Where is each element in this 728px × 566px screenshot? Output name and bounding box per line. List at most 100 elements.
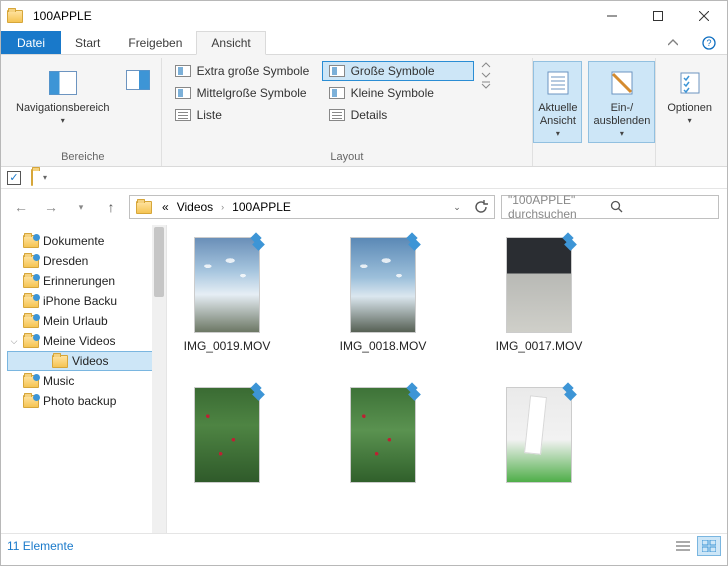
tree-item[interactable]: Dresden [7, 251, 166, 271]
minimize-button[interactable] [589, 1, 635, 31]
tab-file[interactable]: Datei [1, 31, 61, 54]
scroll-down-icon[interactable] [480, 71, 492, 79]
navigation-pane-button[interactable]: Navigationsbereich ▾ [11, 61, 115, 130]
layout-option-list[interactable]: Liste [168, 105, 320, 125]
checklist-icon [677, 70, 703, 96]
show-hide-label: Ein-/ ausblenden [593, 102, 650, 128]
tab-view[interactable]: Ansicht [196, 31, 265, 55]
show-hide-button[interactable]: Ein-/ ausblenden ▾ [588, 61, 655, 143]
search-icon [610, 200, 712, 214]
layout-option-small[interactable]: Kleine Symbole [322, 83, 474, 103]
refresh-button[interactable] [470, 196, 492, 218]
file-item[interactable] [179, 387, 275, 483]
up-button[interactable]: ↑ [99, 195, 123, 219]
file-item[interactable]: IMG_0019.MOV [179, 237, 275, 353]
tree-item[interactable]: Photo backup [7, 391, 166, 411]
layout-option-extra-large[interactable]: Extra große Symbole [168, 61, 320, 81]
chevron-down-icon[interactable]: ▾ [43, 173, 47, 182]
folder-icon [23, 315, 39, 328]
file-thumbnail [194, 237, 260, 333]
chevron-down-icon: ▾ [556, 129, 560, 138]
file-item[interactable] [491, 387, 587, 483]
thumbnails-view-button[interactable] [697, 536, 721, 556]
tree-item[interactable]: Mein Urlaub [7, 311, 166, 331]
item-count: 11 Elemente [7, 539, 74, 553]
layout-option-medium[interactable]: Mittelgroße Symbole [168, 83, 320, 103]
select-all-checkbox[interactable]: ✓ [7, 171, 21, 185]
tree-item-label: Mein Urlaub [43, 314, 108, 328]
file-view[interactable]: IMG_0019.MOV IMG_0018.MOV IMG_0017.MOV [167, 225, 727, 533]
help-button[interactable]: ? [691, 31, 727, 54]
preview-pane-button[interactable] [121, 61, 155, 95]
expand-gallery-icon[interactable] [480, 81, 492, 89]
maximize-button[interactable] [635, 1, 681, 31]
tree-item[interactable]: Videos [7, 351, 166, 371]
search-input[interactable]: "100APPLE" durchsuchen [501, 195, 719, 219]
address-dropdown-button[interactable]: ⌄ [446, 196, 468, 218]
ribbon-collapse-button[interactable] [655, 31, 691, 54]
tree-item-label: Erinnerungen [43, 274, 115, 288]
folder-icon [31, 170, 33, 185]
details-view-button[interactable] [671, 536, 695, 556]
tab-start[interactable]: Start [61, 31, 114, 54]
compressed-badge-icon [403, 234, 419, 250]
file-name: IMG_0018.MOV [340, 339, 427, 353]
tree-item[interactable]: ⌵Meine Videos [7, 331, 166, 351]
window-title: 100APPLE [29, 9, 92, 23]
close-button[interactable] [681, 1, 727, 31]
forward-button[interactable]: → [39, 195, 63, 219]
svg-text:?: ? [706, 38, 711, 48]
chevron-down-icon: ▾ [688, 116, 692, 125]
compressed-badge-icon [559, 234, 575, 250]
back-button[interactable]: ← [9, 195, 33, 219]
file-thumbnail [194, 387, 260, 483]
compressed-badge-icon [247, 234, 263, 250]
options-button[interactable]: Optionen ▾ [662, 61, 717, 130]
tree-item[interactable]: Dokumente [7, 231, 166, 251]
tree-item[interactable]: Erinnerungen [7, 271, 166, 291]
scroll-up-icon[interactable] [480, 61, 492, 69]
tree-item[interactable]: iPhone Backu [7, 291, 166, 311]
folder-icon [52, 355, 68, 368]
ribbon-group-panes: Navigationsbereich ▾ Bereiche [5, 58, 162, 166]
file-item[interactable]: IMG_0017.MOV [491, 237, 587, 353]
expand-toggle-icon[interactable]: ⌵ [9, 336, 19, 347]
tree-item-label: Videos [72, 354, 108, 368]
thumbnails-view-icon [702, 540, 716, 552]
current-view-button[interactable]: Aktuelle Ansicht ▾ [533, 61, 582, 143]
ribbon: Navigationsbereich ▾ Bereiche Extra groß… [1, 55, 727, 167]
tree-scrollbar[interactable] [152, 225, 166, 533]
navigation-tree[interactable]: Dokumente Dresden Erinnerungen iPhone Backu… [1, 225, 167, 533]
layout-option-details[interactable]: Details [322, 105, 474, 125]
search-placeholder: "100APPLE" durchsuchen [508, 193, 610, 221]
folder-icon [23, 295, 39, 308]
ribbon-group-layout: Extra große Symbole Mittelgroße Symbole … [162, 58, 534, 166]
breadcrumb-prefix: « [160, 200, 171, 214]
ribbon-group-layout-label: Layout [168, 149, 527, 163]
tree-item[interactable]: Music [7, 371, 166, 391]
file-thumbnail [350, 387, 416, 483]
file-item[interactable]: IMG_0018.MOV [335, 237, 431, 353]
breadcrumb-videos[interactable]: Videos [175, 200, 215, 214]
tab-share[interactable]: Freigeben [114, 31, 196, 54]
refresh-icon [474, 200, 488, 214]
tree-item-label: Music [43, 374, 74, 388]
status-bar: 11 Elemente [1, 533, 727, 557]
ribbon-tabs: Datei Start Freigeben Ansicht ? [1, 31, 727, 55]
folder-icon [23, 375, 39, 388]
breadcrumb-current[interactable]: 100APPLE [230, 200, 293, 214]
folder-icon [23, 395, 39, 408]
layout-option-large[interactable]: Große Symbole [322, 61, 474, 81]
title-bar: 100APPLE [1, 1, 727, 31]
recent-locations-button[interactable]: ▾ [69, 195, 93, 219]
ribbon-group-currentview: Aktuelle Ansicht ▾ Ein-/ ausblenden ▾ [533, 58, 656, 166]
folder-icon [23, 335, 39, 348]
file-name: IMG_0017.MOV [496, 339, 583, 353]
chevron-right-icon[interactable]: › [219, 202, 226, 212]
folder-icon [23, 275, 39, 288]
address-bar[interactable]: « Videos › 100APPLE ⌄ [129, 195, 495, 219]
file-item[interactable] [335, 387, 431, 483]
tree-item-label: Dresden [43, 254, 88, 268]
file-name: IMG_0019.MOV [184, 339, 271, 353]
address-row: ← → ▾ ↑ « Videos › 100APPLE ⌄ "100APPLE"… [1, 189, 727, 225]
